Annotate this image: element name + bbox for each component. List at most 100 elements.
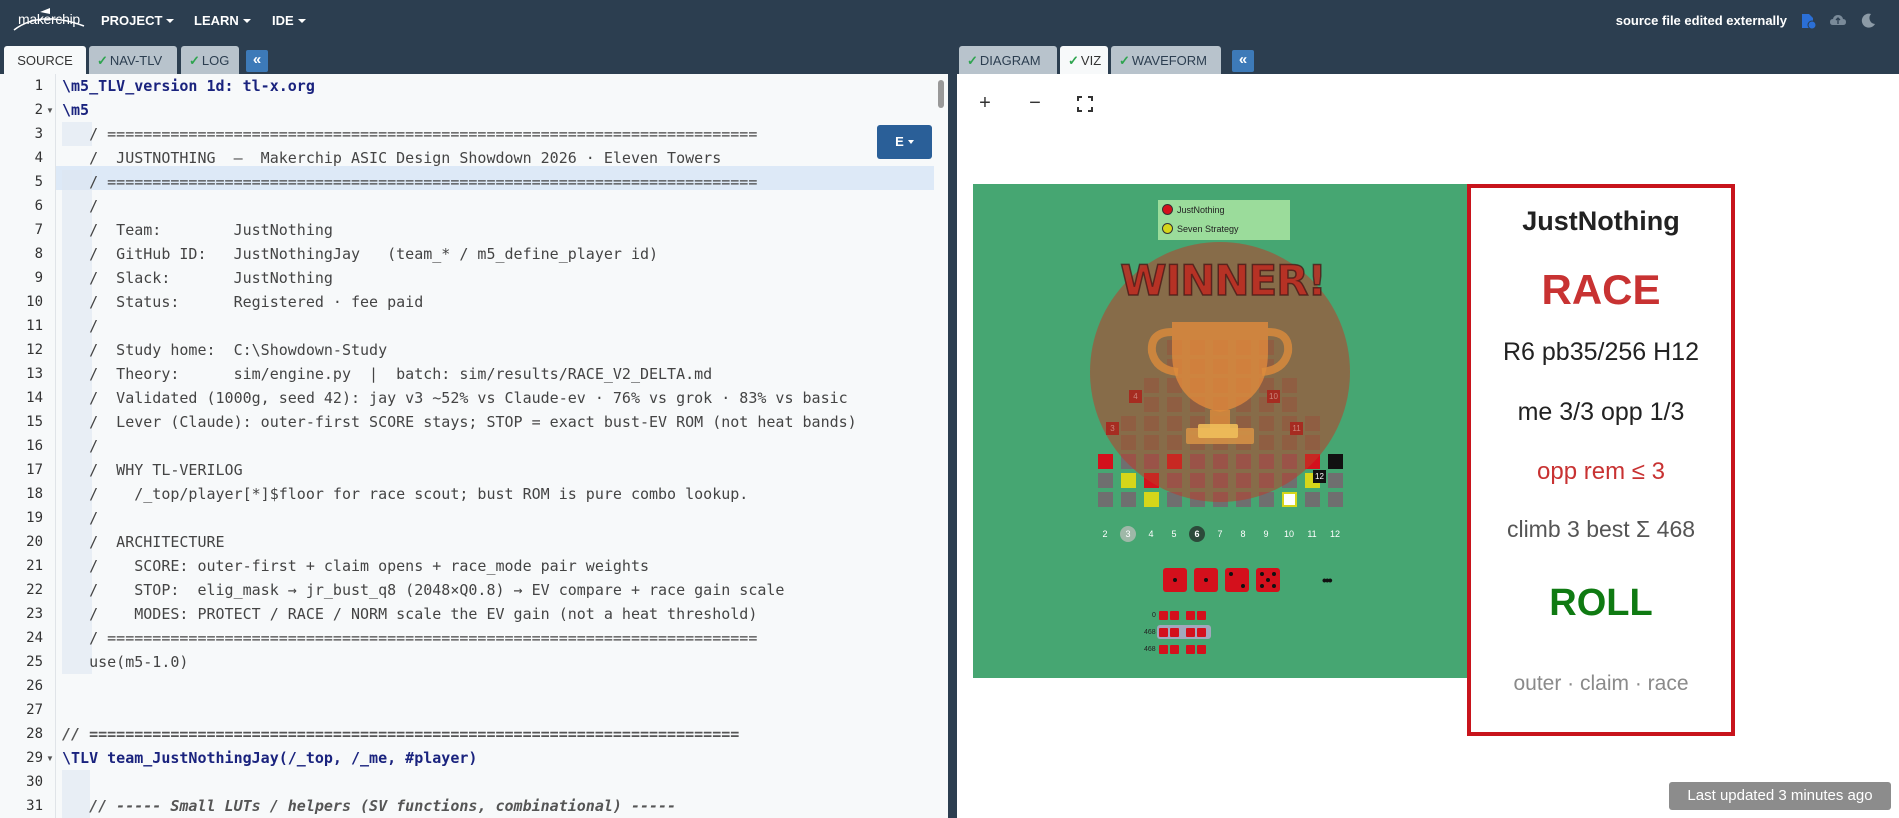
- top-bar: makerchip PROJECT LEARN IDE source file …: [0, 0, 1899, 42]
- code-line[interactable]: / ======================================…: [62, 122, 757, 146]
- file-sync-icon[interactable]: [1799, 12, 1817, 30]
- code-line[interactable]: / WHY TL-VERILOG: [62, 458, 243, 482]
- die[interactable]: [1163, 568, 1187, 592]
- makerchip-logo[interactable]: makerchip: [10, 6, 88, 36]
- line-number: 19: [26, 510, 43, 526]
- code-line[interactable]: /: [62, 506, 98, 530]
- player-status-card: JustNothing RACE R6 pb35/256 H12 me 3/3 …: [1467, 184, 1735, 736]
- chevron-down-icon: [907, 140, 914, 144]
- code-line[interactable]: / STOP: elig_mask → jr_bust_q8 (2048×Q0.…: [62, 578, 784, 602]
- die-pip: [1204, 578, 1208, 582]
- check-icon: ✓: [967, 53, 978, 68]
- fit-to-screen-icon[interactable]: [1077, 96, 1093, 112]
- tab-source-label: SOURCE: [17, 53, 73, 68]
- history-die: [1170, 645, 1179, 654]
- warning-line: opp rem ≤ 3: [1537, 458, 1665, 485]
- line-number: 13: [26, 366, 43, 382]
- column-number: 12: [1329, 529, 1340, 539]
- die-pip: [1241, 584, 1245, 588]
- history-die: [1197, 645, 1206, 654]
- code-line[interactable]: / ======================================…: [62, 170, 757, 194]
- menu-learn-label: LEARN: [194, 13, 239, 28]
- line-number: 26: [26, 678, 43, 694]
- chevron-down-icon: [297, 19, 306, 23]
- tab-waveform[interactable]: ✓ WAVEFORM: [1111, 46, 1221, 74]
- more-options-icon[interactable]: •••: [1322, 572, 1333, 588]
- die-pip: [1260, 584, 1264, 588]
- line-number: 3: [34, 126, 43, 142]
- player-name: JustNothing: [1522, 206, 1680, 236]
- menu-ide-label: IDE: [272, 13, 294, 28]
- editor-scrollbar[interactable]: [938, 80, 944, 108]
- line-number: 20: [26, 534, 43, 550]
- menu-learn[interactable]: LEARN: [194, 13, 251, 28]
- code-line[interactable]: / ARCHITECTURE: [62, 530, 224, 554]
- game-board[interactable]: JustNothing Seven Strategy 3 4 10 11 12 WINN…: [973, 184, 1469, 678]
- tab-log[interactable]: ✓ LOG: [181, 46, 239, 74]
- code-line[interactable]: / ======================================…: [62, 626, 757, 650]
- line-number: 8: [34, 246, 43, 262]
- line-number: 24: [26, 630, 43, 646]
- zoom-out-button[interactable]: −: [1021, 90, 1049, 118]
- action-label: ROLL: [1549, 582, 1653, 624]
- code-line[interactable]: use(m5-1.0): [62, 650, 188, 674]
- history-die: [1170, 628, 1179, 637]
- history-die: [1197, 628, 1206, 637]
- menu-project[interactable]: PROJECT: [101, 13, 175, 28]
- editor-mode-button[interactable]: E: [877, 125, 932, 159]
- line-number: 31: [26, 798, 43, 814]
- code-line[interactable]: // ----- Small LUTs / helpers (SV functi…: [62, 794, 676, 818]
- code-line[interactable]: / Team: JustNothing: [62, 218, 333, 242]
- line-number: 27: [26, 702, 43, 718]
- menu-project-label: PROJECT: [101, 13, 163, 28]
- code-line[interactable]: / JUSTNOTHING — Makerchip ASIC Design Sh…: [62, 146, 721, 170]
- line-number: 16: [26, 438, 43, 454]
- code-line[interactable]: /: [62, 434, 98, 458]
- legend-label: JustNothing: [1177, 205, 1225, 215]
- code-line[interactable]: // =====================================…: [62, 722, 739, 746]
- collapse-left-button[interactable]: «: [246, 50, 268, 72]
- code-line[interactable]: \m5: [62, 98, 89, 122]
- fold-arrow-icon[interactable]: ▼: [46, 106, 54, 115]
- die[interactable]: [1256, 568, 1280, 592]
- tab-viz[interactable]: ✓ VIZ: [1060, 46, 1108, 74]
- code-line[interactable]: /: [62, 314, 98, 338]
- code-line[interactable]: / Study home: C:\Showdown-Study: [62, 338, 387, 362]
- menu-ide[interactable]: IDE: [272, 13, 306, 28]
- code-line[interactable]: / Status: Registered · fee paid: [62, 290, 423, 314]
- column-number: 4: [1148, 529, 1154, 539]
- code-line[interactable]: / Theory: sim/engine.py | batch: sim/res…: [62, 362, 712, 386]
- check-icon: ✓: [97, 53, 108, 68]
- tab-source[interactable]: SOURCE: [4, 46, 86, 74]
- chevron-down-icon: [242, 19, 251, 23]
- collapse-right-button[interactable]: «: [1232, 50, 1254, 72]
- code-line[interactable]: / Validated (1000g, seed 42): jay v3 ~52…: [62, 386, 848, 410]
- die[interactable]: [1225, 568, 1249, 592]
- progress-line: me 3/3 opp 1/3: [1517, 398, 1685, 426]
- die-pip: [1272, 584, 1276, 588]
- line-number: 6: [34, 198, 43, 214]
- check-icon: ✓: [189, 53, 200, 68]
- code-line[interactable]: / GitHub ID: JustNothingJay (team_* / m5…: [62, 242, 658, 266]
- code-line[interactable]: \m5_TLV_version 1d: tl-x.org: [62, 74, 315, 98]
- cloud-upload-icon[interactable]: [1829, 12, 1847, 30]
- fold-arrow-icon[interactable]: ▼: [46, 754, 54, 763]
- check-icon: ✓: [1119, 53, 1130, 68]
- source-pane: SOURCE ✓ NAV-TLV ✓ LOG « 1 2 ▼ 3 4 5 6 7 8 9 10 11 12 1…: [0, 42, 948, 818]
- die[interactable]: [1194, 568, 1218, 592]
- code-line[interactable]: / /_top/player[*]$floor for race scout; …: [62, 482, 748, 506]
- code-line[interactable]: /: [62, 194, 98, 218]
- pane-splitter[interactable]: [948, 42, 957, 818]
- zoom-in-button[interactable]: +: [971, 90, 999, 118]
- code-line[interactable]: / MODES: PROTECT / RACE / NORM scale the…: [62, 602, 757, 626]
- die-pip: [1272, 572, 1276, 576]
- history-die: [1159, 611, 1168, 620]
- code-line[interactable]: \TLV team_JustNothingJay(/_top, /_me, #p…: [62, 746, 477, 770]
- dark-mode-moon-icon[interactable]: [1859, 12, 1877, 30]
- code-line[interactable]: / SCORE: outer-first + claim opens + rac…: [62, 554, 649, 578]
- code-line[interactable]: / Slack: JustNothing: [62, 266, 333, 290]
- tab-nav-tlv[interactable]: ✓ NAV-TLV: [89, 46, 177, 74]
- code-editor[interactable]: 1 2 ▼ 3 4 5 6 7 8 9 10 11 12 13 14 15 16 17 18 19 20 21 22 23 24…: [0, 74, 948, 818]
- tab-diagram[interactable]: ✓ DIAGRAM: [959, 46, 1057, 74]
- code-line[interactable]: / Lever (Claude): outer-first SCORE stay…: [62, 410, 857, 434]
